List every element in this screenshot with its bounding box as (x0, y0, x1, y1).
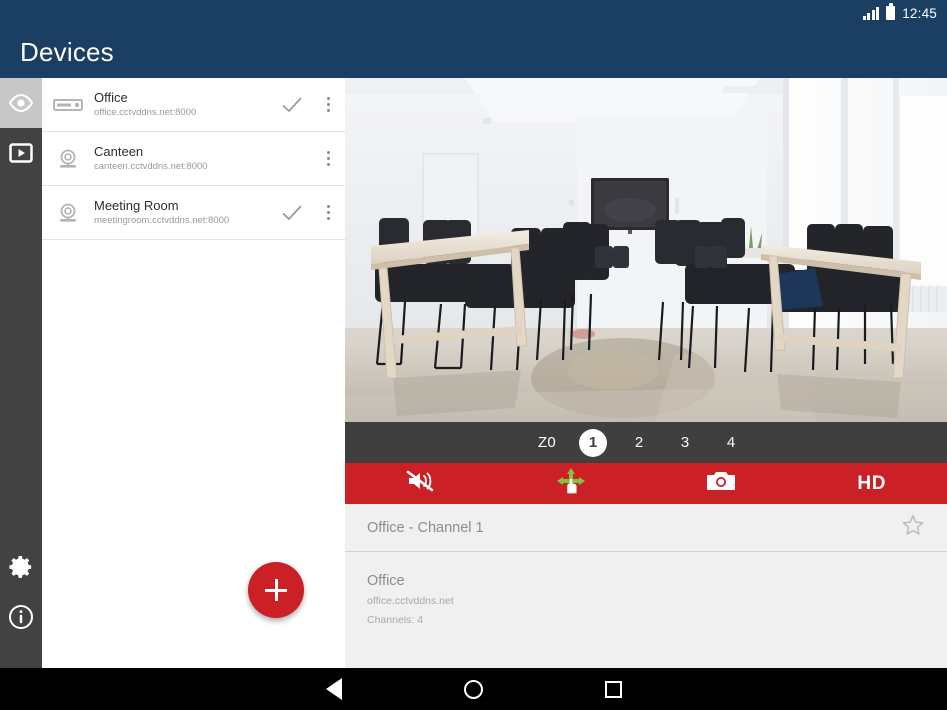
nav-recents-button[interactable] (544, 668, 684, 710)
snapshot-button[interactable] (646, 463, 797, 504)
device-text: Office office.cctvddns.net:8000 (94, 90, 273, 120)
mute-toggle-button[interactable] (345, 463, 496, 504)
channel-button-4[interactable]: 4 (717, 429, 745, 457)
camera-dome-icon (42, 202, 94, 224)
ptz-control-button[interactable] (496, 463, 647, 504)
rail-item-settings[interactable] (0, 542, 42, 592)
device-name: Canteen (94, 143, 144, 159)
android-nav-bar (0, 668, 947, 710)
channel-bar: Z0 1 2 3 4 (345, 422, 947, 463)
rail-item-live-view[interactable] (0, 78, 42, 128)
device-text: Canteen canteen.cctvddns.net:8000 (94, 144, 273, 174)
back-icon (325, 678, 342, 700)
hd-label: HD (857, 472, 887, 494)
channel-button-3[interactable]: 3 (671, 429, 699, 457)
table-row[interactable]: Meeting Room meetingroom.cctvddns.net:80… (42, 186, 345, 240)
device-info-channels: Channels: 4 (367, 614, 424, 626)
meeting-room-image (345, 78, 947, 422)
gear-icon (8, 554, 34, 580)
channel-title-row: Office - Channel 1 (345, 504, 947, 552)
device-name: Meeting Room (94, 197, 179, 213)
add-device-button[interactable] (248, 562, 304, 618)
device-name: Office (94, 89, 128, 105)
device-address: meetingroom.cctvddns.net:8000 (94, 214, 230, 226)
status-clock: 12:45 (902, 5, 937, 21)
device-overflow-menu[interactable] (311, 151, 345, 166)
device-overflow-menu[interactable] (311, 205, 345, 220)
star-outline-icon[interactable] (901, 513, 925, 542)
nvr-icon (42, 97, 94, 113)
camera-dome-icon (42, 148, 94, 170)
nav-rail (0, 78, 42, 668)
play-icon (9, 142, 33, 164)
device-checkmark-icon (273, 96, 311, 114)
ptz-arrows-icon (556, 467, 586, 500)
video-feed[interactable] (345, 78, 947, 422)
device-text: Meeting Room meetingroom.cctvddns.net:80… (94, 198, 273, 228)
app-root: 12:45 Devices Office office.cctvddns.net… (0, 0, 947, 710)
player-toolbar: HD (345, 463, 947, 504)
status-bar: 12:45 (0, 0, 947, 26)
info-icon (8, 604, 34, 630)
zoom-level-label: Z0 (537, 434, 557, 451)
device-address: office.cctvddns.net:8000 (94, 106, 197, 118)
device-info-host: office.cctvddns.net (367, 595, 454, 607)
table-row[interactable]: Office office.cctvddns.net:8000 (42, 78, 345, 132)
rail-item-playback[interactable] (0, 128, 42, 178)
table-row[interactable]: Canteen canteen.cctvddns.net:8000 (42, 132, 345, 186)
channel-title: Office - Channel 1 (367, 519, 484, 536)
rail-item-about[interactable] (0, 592, 42, 642)
device-info-name: Office (367, 573, 405, 589)
speaker-mute-icon (406, 469, 434, 498)
eye-icon (8, 94, 34, 112)
camera-shutter-icon (707, 470, 736, 497)
player-pane: Z0 1 2 3 4 HD Office - Channel 1 Office … (345, 78, 947, 668)
home-icon (464, 679, 483, 699)
channel-button-1[interactable]: 1 (579, 428, 608, 457)
nav-back-button[interactable] (264, 668, 404, 710)
device-info-block: Office office.cctvddns.net Channels: 4 (345, 552, 947, 630)
signal-bars-icon (862, 6, 880, 20)
quality-toggle-button[interactable]: HD (797, 463, 947, 504)
channel-button-2[interactable]: 2 (625, 429, 653, 457)
device-address: canteen.cctvddns.net:8000 (94, 160, 208, 172)
nav-home-button[interactable] (404, 668, 544, 710)
recents-icon (605, 680, 622, 698)
battery-icon (886, 3, 896, 20)
page-title: Devices (20, 36, 114, 67)
device-overflow-menu[interactable] (311, 97, 345, 112)
device-checkmark-icon (273, 204, 311, 222)
app-bar: Devices (0, 26, 947, 78)
